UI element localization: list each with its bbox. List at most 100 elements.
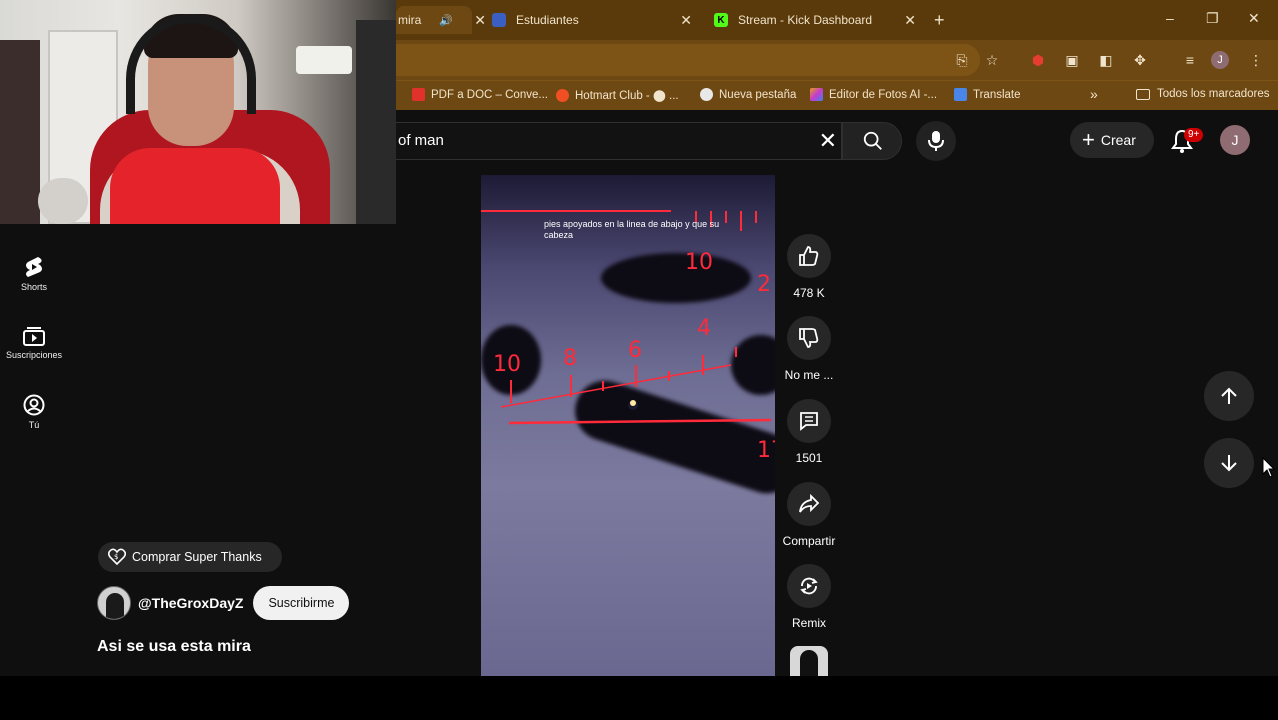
channel-row: @TheGroxDayZ Suscribirme — [97, 586, 350, 620]
all-bookmarks-folder[interactable]: Todos los marcadores — [1136, 88, 1270, 100]
scope-number: 8 — [563, 346, 577, 371]
bookmark-label: Todos los marcadores — [1157, 88, 1270, 100]
share-action[interactable]: Compartir — [783, 482, 835, 548]
remix-action[interactable]: Remix — [786, 564, 832, 630]
arrow-up-icon — [1221, 387, 1237, 404]
search-icon — [863, 131, 882, 150]
close-window-button[interactable]: ✕ — [1248, 10, 1260, 27]
globe-icon — [700, 88, 713, 101]
pdf-favicon-icon — [412, 88, 425, 101]
cam-microphone — [38, 178, 88, 224]
address-bar[interactable] — [396, 44, 980, 76]
puzzle-icon[interactable]: ✥ — [1132, 52, 1148, 68]
extension-icon[interactable]: ▣ — [1064, 52, 1080, 68]
cam-rack — [356, 20, 396, 224]
scope-number: 4 — [697, 316, 711, 341]
notifications-badge: 9+ — [1184, 128, 1204, 142]
like-button[interactable] — [787, 234, 831, 278]
dislike-button[interactable] — [787, 316, 831, 360]
close-tab-icon[interactable]: ✕ — [904, 12, 916, 29]
scope-number: 10 — [493, 352, 521, 377]
next-short-button[interactable] — [1204, 438, 1254, 488]
tab-mira[interactable]: mira 🔊 ✕ — [396, 6, 486, 34]
bookmark-translate[interactable]: Translate — [954, 88, 1021, 101]
estudiantes-favicon-icon — [492, 13, 506, 27]
close-tab-icon[interactable]: ✕ — [474, 12, 486, 29]
arrow-down-icon — [1221, 455, 1237, 472]
extension-shield-icon[interactable]: ⬢ — [1030, 52, 1046, 68]
voice-search-button[interactable] — [916, 121, 956, 161]
comments-button[interactable] — [787, 399, 831, 443]
bookmark-label: Translate — [973, 88, 1021, 101]
media-controls-icon[interactable]: ≡ — [1182, 52, 1198, 68]
create-button[interactable]: + Crear — [1070, 122, 1154, 158]
subscriptions-icon — [23, 327, 45, 346]
video-title[interactable]: Asi se usa esta mira — [97, 638, 251, 656]
thumbs-up-icon — [799, 246, 819, 266]
tab-estudiantes[interactable]: Estudiantes ✕ — [492, 6, 692, 34]
subscribe-button[interactable]: Suscribirme — [253, 586, 350, 620]
kick-favicon-icon: K — [714, 13, 728, 27]
clear-search-icon[interactable]: ✕ — [819, 129, 837, 153]
hotmart-favicon-icon — [556, 88, 569, 102]
guide-item-you[interactable]: Tú — [0, 394, 68, 430]
folder-icon — [1136, 88, 1150, 100]
close-tab-icon[interactable]: ✕ — [680, 12, 692, 29]
super-thanks-label: Comprar Super Thanks — [132, 550, 262, 564]
bookmark-label: PDF a DOC – Conve... — [431, 88, 548, 101]
remix-label: Remix — [791, 616, 826, 630]
scope-number: 2 — [757, 272, 771, 297]
super-thanks-button[interactable]: $ Comprar Super Thanks — [98, 542, 282, 572]
bookmark-label: Editor de Fotos AI -... — [829, 88, 938, 101]
short-video-player[interactable]: 10 2 4 10 8 6 17 pies apoyados en la lin… — [481, 175, 775, 676]
guide-item-shorts[interactable]: Shorts — [0, 256, 68, 292]
minimize-button[interactable]: – — [1166, 10, 1174, 26]
search-input[interactable]: of man ✕ — [396, 122, 842, 160]
search-button[interactable] — [842, 122, 902, 160]
microphone-icon — [928, 131, 944, 151]
bookmark-hotmart[interactable]: Hotmart Club - ⬤ ... — [556, 88, 679, 102]
cam-shirt — [110, 148, 280, 224]
account-avatar[interactable]: J — [1220, 125, 1250, 155]
guide-item-subscriptions[interactable]: Suscripciones — [0, 326, 68, 360]
bookmark-pdf-a-doc[interactable]: PDF a DOC – Conve... — [412, 88, 548, 101]
like-action[interactable]: 478 K — [786, 234, 832, 300]
channel-name[interactable]: @TheGroxDayZ — [138, 595, 243, 611]
bookmark-editor-fotos[interactable]: Editor de Fotos AI -... — [810, 88, 937, 101]
scope-reticle: 10 2 4 10 8 6 17 — [481, 210, 775, 463]
cam-headset — [126, 14, 256, 114]
bookmark-star-icon[interactable]: ☆ — [984, 52, 1000, 68]
video-caption: pies apoyados en la linea de abajo y que… — [544, 219, 720, 240]
thumbs-down-icon — [799, 328, 819, 348]
bookmarks-overflow-icon[interactable]: » — [1090, 86, 1098, 102]
comments-action[interactable]: 1501 — [786, 399, 832, 465]
bookmark-label: Hotmart Club - ⬤ ... — [575, 90, 679, 102]
profile-avatar[interactable]: J — [1211, 51, 1229, 69]
channel-avatar[interactable] — [97, 586, 131, 620]
bookmark-nueva-pestana[interactable]: Nueva pestaña — [700, 88, 796, 101]
sound-thumbnail[interactable] — [786, 646, 832, 676]
bottom-letterbox — [0, 676, 1278, 720]
channel-avatar-figure — [106, 593, 124, 619]
remix-button[interactable] — [787, 564, 831, 608]
maximize-button[interactable]: ❐ — [1206, 10, 1219, 27]
remix-icon — [800, 577, 818, 595]
share-button[interactable] — [787, 482, 831, 526]
shorts-icon — [26, 257, 42, 277]
guide-label: Shorts — [20, 282, 47, 292]
mouse-cursor-icon — [1262, 457, 1276, 478]
dislike-action[interactable]: No me ... — [785, 316, 833, 382]
comment-icon — [800, 412, 818, 431]
menu-kebab-icon[interactable]: ⋮ — [1248, 52, 1264, 68]
previous-short-button[interactable] — [1204, 371, 1254, 421]
audio-track-thumbnail[interactable] — [790, 646, 828, 676]
guide-label: Tú — [28, 420, 40, 430]
create-label: Crear — [1100, 132, 1136, 148]
tab-kick-dashboard[interactable]: K Stream - Kick Dashboard ✕ — [714, 6, 916, 34]
speaker-icon[interactable]: 🔊 — [439, 14, 453, 27]
install-app-icon[interactable]: ⎘ — [954, 52, 970, 68]
svg-text:$: $ — [114, 553, 118, 561]
new-tab-button[interactable]: + — [934, 10, 945, 31]
search-value: of man — [398, 132, 444, 149]
extension-icon[interactable]: ◧ — [1098, 52, 1114, 68]
